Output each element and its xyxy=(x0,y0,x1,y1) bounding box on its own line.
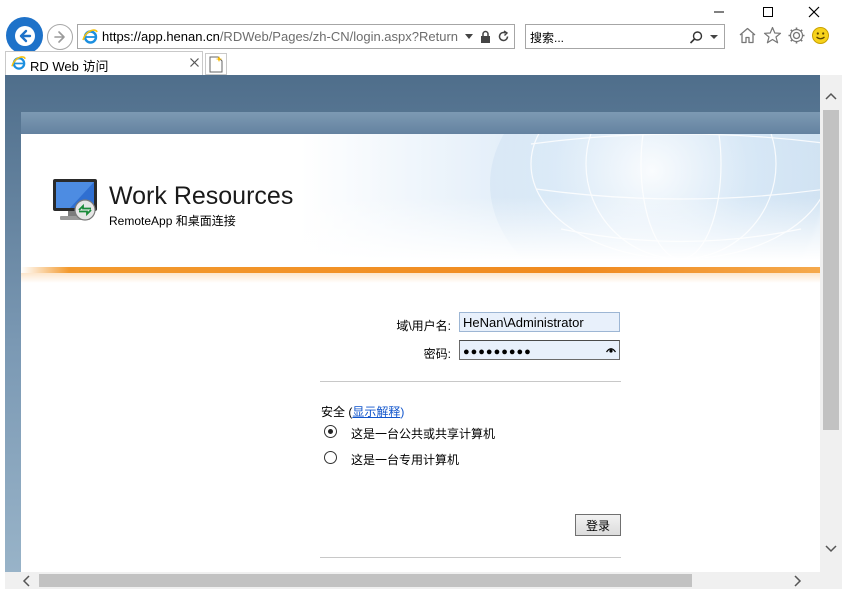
radio-public-computer[interactable] xyxy=(324,425,337,438)
scroll-right-icon[interactable] xyxy=(794,575,802,587)
password-value: ●●●●●●●●● xyxy=(463,346,532,358)
scroll-up-icon[interactable] xyxy=(825,92,837,100)
address-bar[interactable]: https://app.henan.cn/RDWeb/Pages/zh-CN/l… xyxy=(77,24,515,49)
home-icon[interactable] xyxy=(738,26,757,45)
panel-top-bar xyxy=(21,112,820,134)
forward-arrow-icon xyxy=(54,31,65,43)
username-field[interactable]: HeNan\Administrator xyxy=(459,312,620,332)
form-divider-bottom xyxy=(320,557,621,558)
maximize-button[interactable] xyxy=(753,0,783,24)
username-label: 域\用户名: xyxy=(396,319,451,333)
minimize-button[interactable] xyxy=(704,0,734,24)
forward-button[interactable] xyxy=(47,24,73,50)
security-heading: 安全 (显示解释) xyxy=(321,403,404,420)
browser-tab[interactable]: RD Web 访问 xyxy=(5,51,203,75)
search-icon[interactable] xyxy=(689,30,704,45)
page-title: Work Resources xyxy=(109,182,294,210)
back-button[interactable] xyxy=(6,17,43,54)
back-arrow-icon xyxy=(14,25,35,46)
close-tab-icon[interactable] xyxy=(190,58,199,67)
browser-chrome: https://app.henan.cn/RDWeb/Pages/zh-CN/l… xyxy=(0,0,842,75)
refresh-icon[interactable] xyxy=(497,30,510,43)
header-banner: Work Resources RemoteApp 和桌面连接 xyxy=(21,134,820,267)
minimize-icon xyxy=(714,11,724,13)
new-tab-icon xyxy=(209,56,223,73)
url-path: /RDWeb/Pages/zh-CN/login.aspx?Return xyxy=(219,29,459,44)
orange-divider-glow xyxy=(21,273,820,283)
search-dropdown-icon[interactable] xyxy=(710,35,718,40)
scroll-down-icon[interactable] xyxy=(825,545,837,553)
url-host: https://app.henan.cn xyxy=(102,29,220,44)
gear-icon[interactable] xyxy=(787,26,806,45)
remoteapp-logo-icon xyxy=(53,179,97,221)
star-icon[interactable] xyxy=(763,26,782,45)
smiley-icon[interactable] xyxy=(811,26,830,45)
horizontal-scroll-thumb[interactable] xyxy=(39,574,692,587)
tab-title: RD Web 访问 xyxy=(30,59,109,74)
login-panel: Work Resources RemoteApp 和桌面连接 域\用户名: He… xyxy=(21,112,820,572)
scroll-left-icon[interactable] xyxy=(22,575,30,587)
horizontal-scrollbar[interactable] xyxy=(5,572,820,589)
security-label: 安全 ( xyxy=(321,405,353,419)
vertical-scrollbar[interactable] xyxy=(820,75,842,572)
search-input[interactable]: 搜索... xyxy=(530,29,564,46)
radio-private-computer[interactable] xyxy=(324,451,337,464)
option-private-label[interactable]: 这是一台专用计算机 xyxy=(351,451,459,468)
show-explanation-link[interactable]: 显示解释 xyxy=(352,405,400,419)
page-subtitle: RemoteApp 和桌面连接 xyxy=(109,214,236,228)
lock-icon[interactable] xyxy=(480,30,491,43)
show-password-icon[interactable] xyxy=(606,347,616,353)
radio-selected-dot xyxy=(328,429,333,434)
form-divider-top xyxy=(320,381,621,382)
page-viewport: Work Resources RemoteApp 和桌面连接 域\用户名: He… xyxy=(5,75,820,572)
ie-logo-icon xyxy=(11,56,26,70)
new-tab-button[interactable] xyxy=(205,53,227,75)
security-close-paren: ) xyxy=(400,405,405,419)
vertical-scroll-thumb[interactable] xyxy=(823,110,839,430)
close-window-button[interactable] xyxy=(799,0,829,24)
search-box[interactable]: 搜索... xyxy=(525,24,725,49)
signin-button[interactable]: 登录 xyxy=(575,514,621,536)
maximize-icon xyxy=(763,7,773,17)
scrollbar-corner xyxy=(820,572,842,589)
password-label: 密码: xyxy=(423,347,451,361)
close-icon xyxy=(808,6,820,18)
password-field[interactable]: ●●●●●●●●● xyxy=(459,340,620,360)
address-dropdown-icon[interactable] xyxy=(465,34,473,40)
ie-logo-icon xyxy=(82,29,98,44)
url-text: https://app.henan.cn/RDWeb/Pages/zh-CN/l… xyxy=(102,29,458,44)
option-public-label[interactable]: 这是一台公共或共享计算机 xyxy=(351,425,495,442)
